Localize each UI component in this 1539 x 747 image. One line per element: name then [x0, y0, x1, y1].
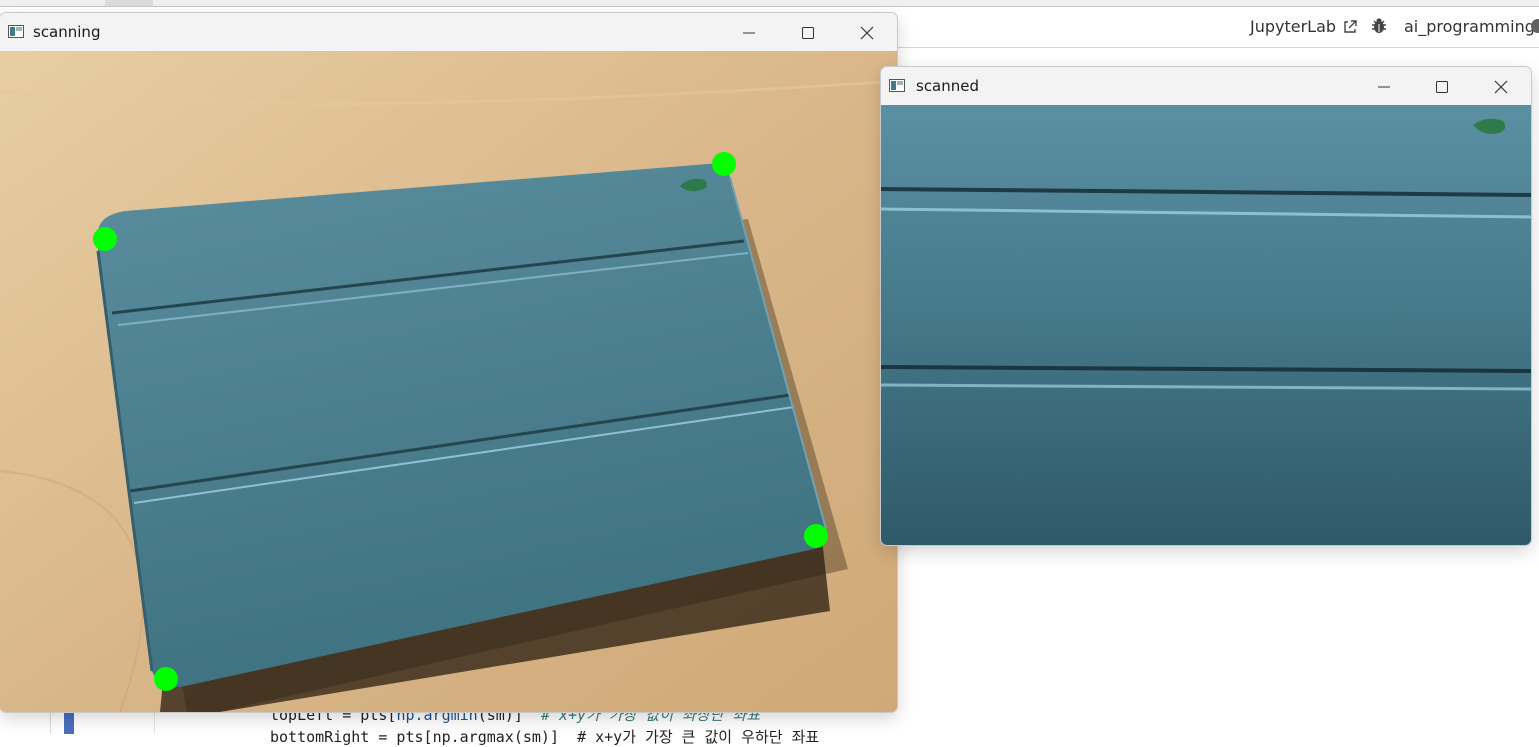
maximize-icon: [802, 27, 814, 39]
scanning-window[interactable]: scanning: [0, 13, 897, 712]
jupyterlab-link-label: JupyterLab: [1250, 17, 1337, 36]
jupyterlab-link[interactable]: JupyterLab: [1250, 17, 1358, 36]
code-function: np.argmax: [432, 728, 514, 746]
maximize-button[interactable]: [785, 19, 831, 47]
kernel-status-icon: [1531, 19, 1539, 33]
minimize-icon: [1378, 86, 1390, 88]
code-text: (sm)]: [513, 728, 578, 746]
corner-marker: [154, 667, 178, 691]
code-comment: # x+y가 가장 큰 값이 우하단 좌표: [577, 728, 820, 746]
minimize-icon: [743, 32, 755, 34]
maximize-icon: [1436, 81, 1448, 93]
warped-ipad-cover: [881, 105, 1531, 545]
external-link-icon: [1344, 19, 1357, 33]
scanned-window[interactable]: scanned: [881, 67, 1531, 545]
maximize-button[interactable]: [1419, 73, 1465, 101]
opencv-window-icon: [889, 79, 905, 92]
corner-marker: [712, 152, 736, 176]
scanned-image: [881, 105, 1531, 545]
close-button[interactable]: [1478, 73, 1524, 101]
bug-icon[interactable]: [1370, 17, 1388, 35]
scanning-image: [0, 51, 897, 712]
minimize-button[interactable]: [726, 19, 772, 47]
close-icon: [860, 26, 874, 40]
kernel-name[interactable]: ai_programming: [1404, 17, 1535, 36]
corner-marker: [93, 227, 117, 251]
opencv-window-icon: [8, 25, 24, 38]
window-titlebar[interactable]: scanned: [881, 67, 1531, 105]
minimize-button[interactable]: [1361, 73, 1407, 101]
code-line-2[interactable]: bottomRight = pts[np.argmax(sm)] # x+y가 …: [270, 726, 819, 747]
close-button[interactable]: [844, 19, 890, 47]
window-title: scanning: [33, 23, 101, 41]
code-text: bottomRight = pts[: [270, 728, 433, 746]
window-titlebar[interactable]: scanning: [0, 13, 897, 51]
window-title: scanned: [916, 77, 980, 95]
corner-marker: [804, 524, 828, 548]
close-icon: [1494, 80, 1508, 94]
photo-ipad-cover: [0, 51, 897, 712]
